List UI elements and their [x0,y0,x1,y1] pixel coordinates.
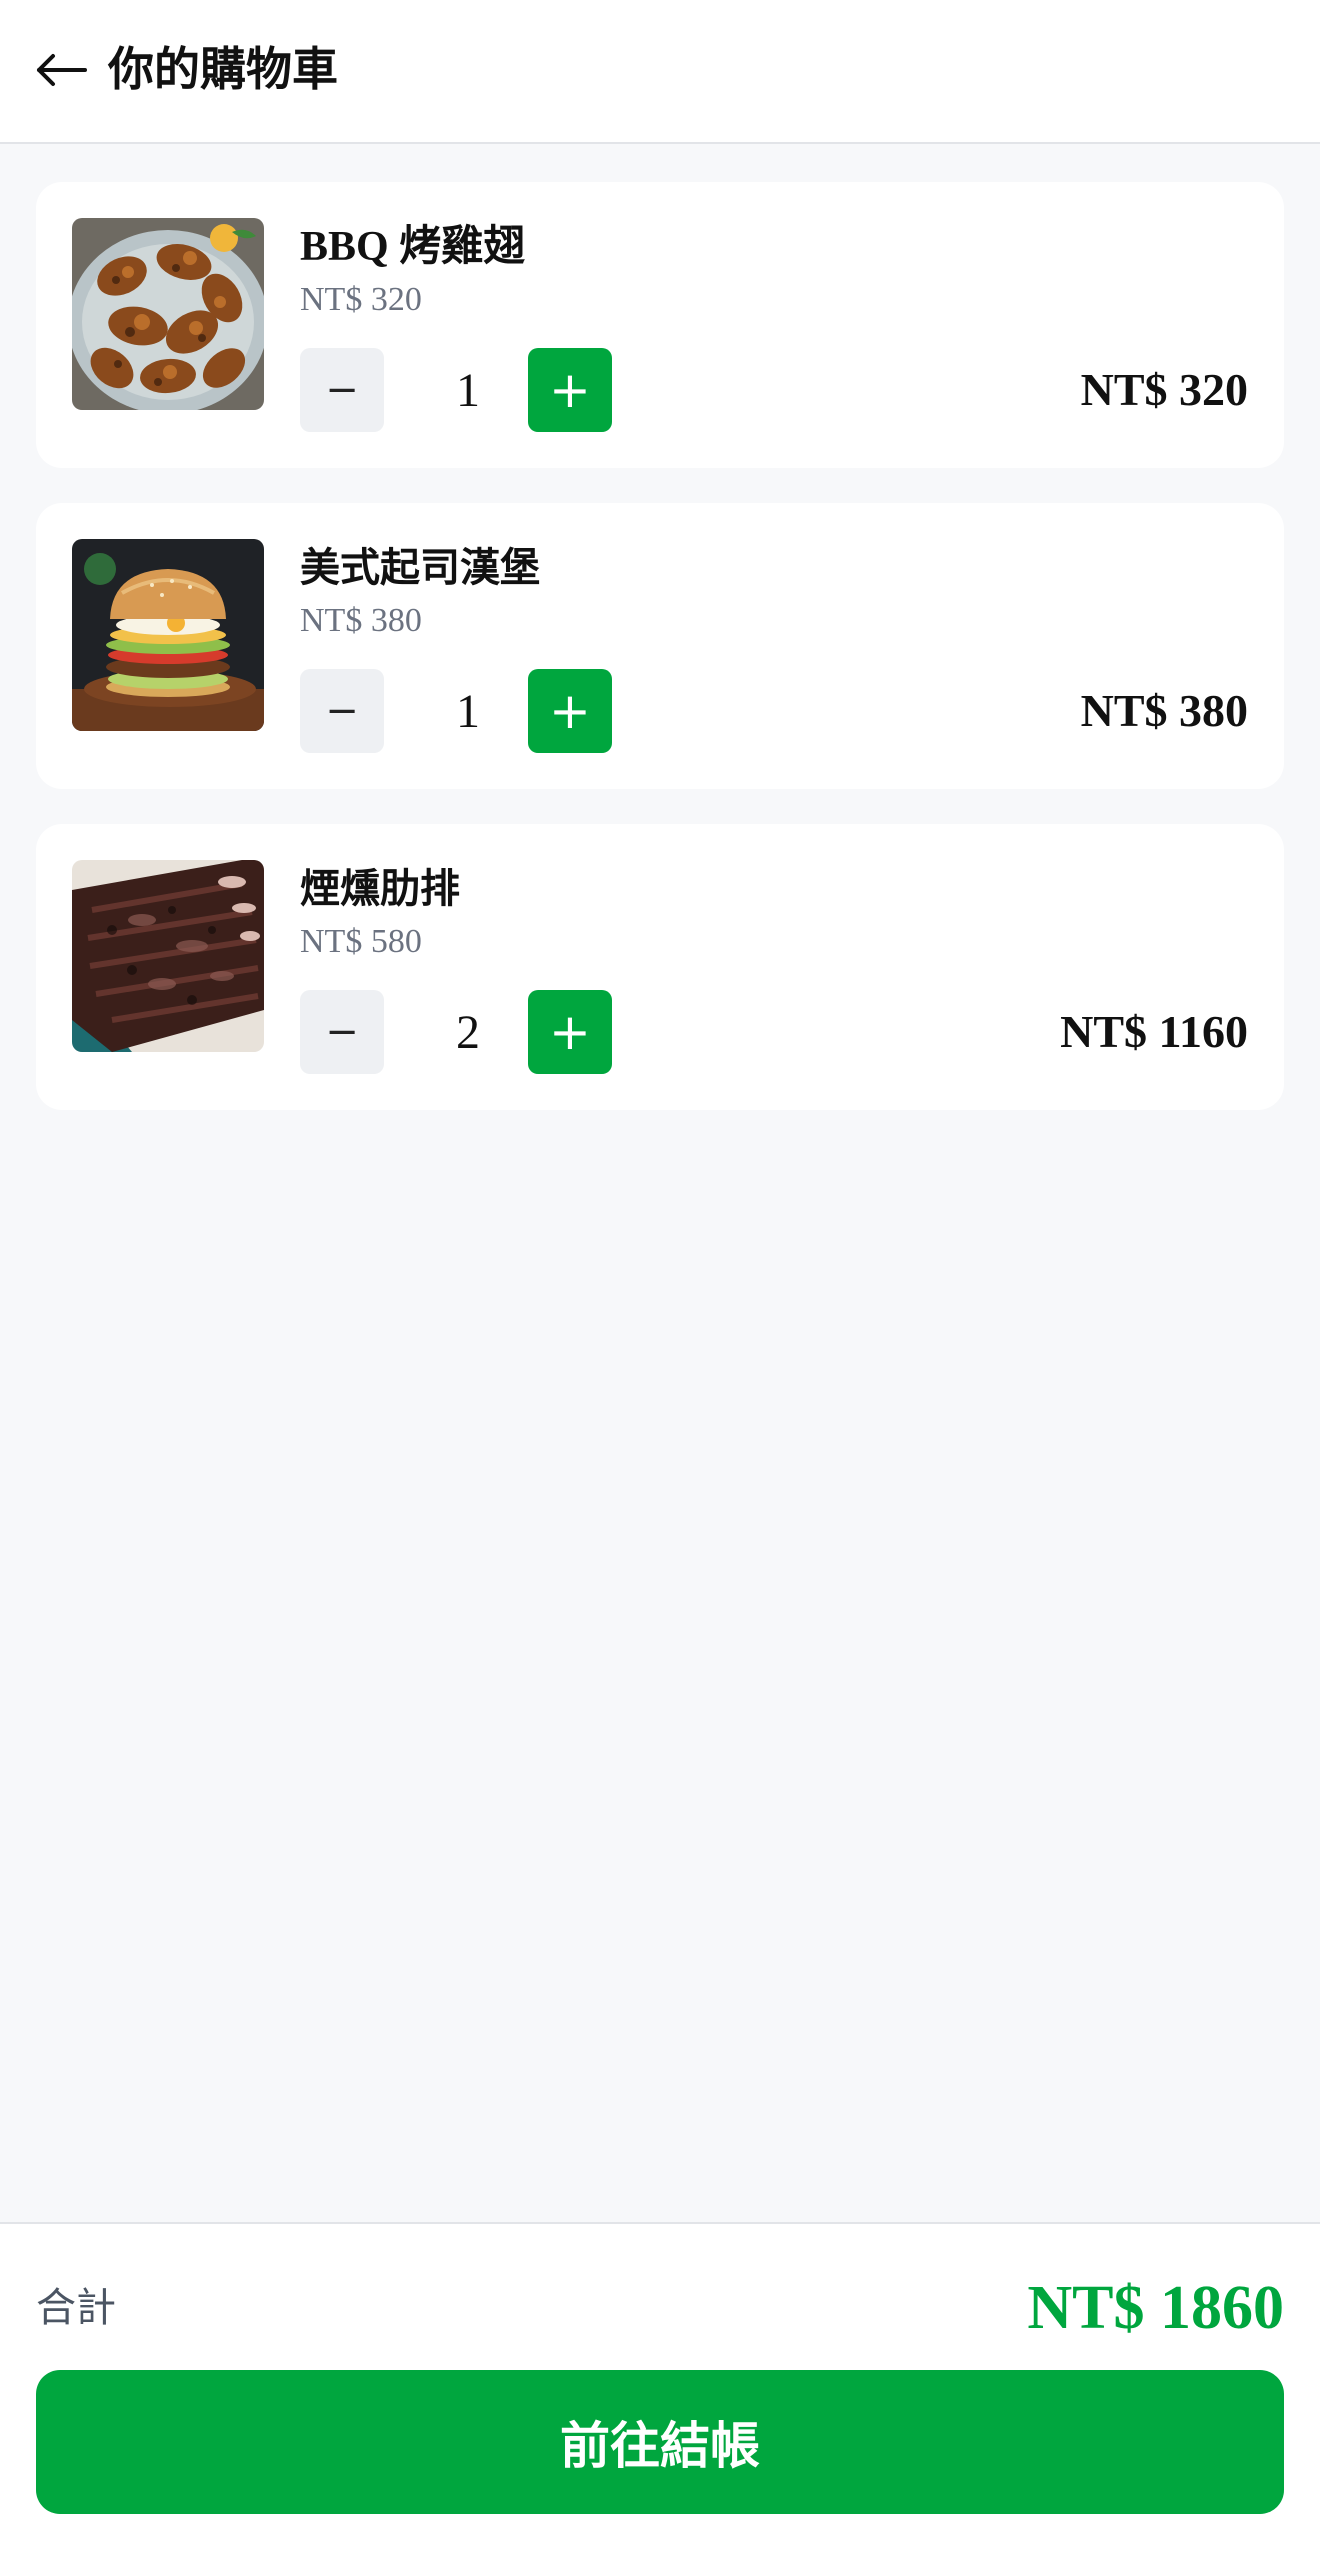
item-line-total: NT$ 320 [1080,364,1248,415]
checkout-footer: 合計 NT$ 1860 前往結帳 [0,2222,1320,2550]
arrow-left-icon [37,54,87,86]
item-name: BBQ 烤雞翅 [300,224,526,270]
back-button[interactable] [30,38,92,102]
increase-quantity-button[interactable]: + [528,669,612,753]
smoked-ribs-photo [72,860,264,1052]
item-unit-price: NT$ 580 [300,923,422,960]
bbq-chicken-wings-photo [72,218,264,410]
quantity-value: 1 [456,684,480,738]
total-amount: NT$ 1860 [1027,2274,1284,2342]
quantity-value: 1 [456,363,480,417]
decrease-quantity-button[interactable]: − [300,990,384,1074]
app-header: 你的購物車 [0,0,1320,144]
total-label: 合計 [36,2285,116,2331]
increase-quantity-button[interactable]: + [528,348,612,432]
page-title: 你的購物車 [108,42,338,96]
checkout-button[interactable]: 前往結帳 [36,2370,1284,2514]
decrease-quantity-button[interactable]: − [300,669,384,753]
cart-item-list: BBQ 烤雞翅 NT$ 320 − 1 + NT$ 320 美式起司漢堡 NT$… [36,182,1284,1145]
item-name: 美式起司漢堡 [300,545,540,591]
item-unit-price: NT$ 320 [300,281,422,318]
item-line-total: NT$ 380 [1080,685,1248,736]
cart-item: BBQ 烤雞翅 NT$ 320 − 1 + NT$ 320 [36,182,1284,468]
cart-item: 煙燻肋排 NT$ 580 − 2 + NT$ 1160 [36,824,1284,1110]
cheeseburger-photo [72,539,264,731]
decrease-quantity-button[interactable]: − [300,348,384,432]
item-name: 煙燻肋排 [300,866,460,912]
item-unit-price: NT$ 380 [300,602,422,639]
cart-item: 美式起司漢堡 NT$ 380 − 1 + NT$ 380 [36,503,1284,789]
item-line-total: NT$ 1160 [1060,1006,1248,1057]
increase-quantity-button[interactable]: + [528,990,612,1074]
quantity-value: 2 [456,1005,480,1059]
